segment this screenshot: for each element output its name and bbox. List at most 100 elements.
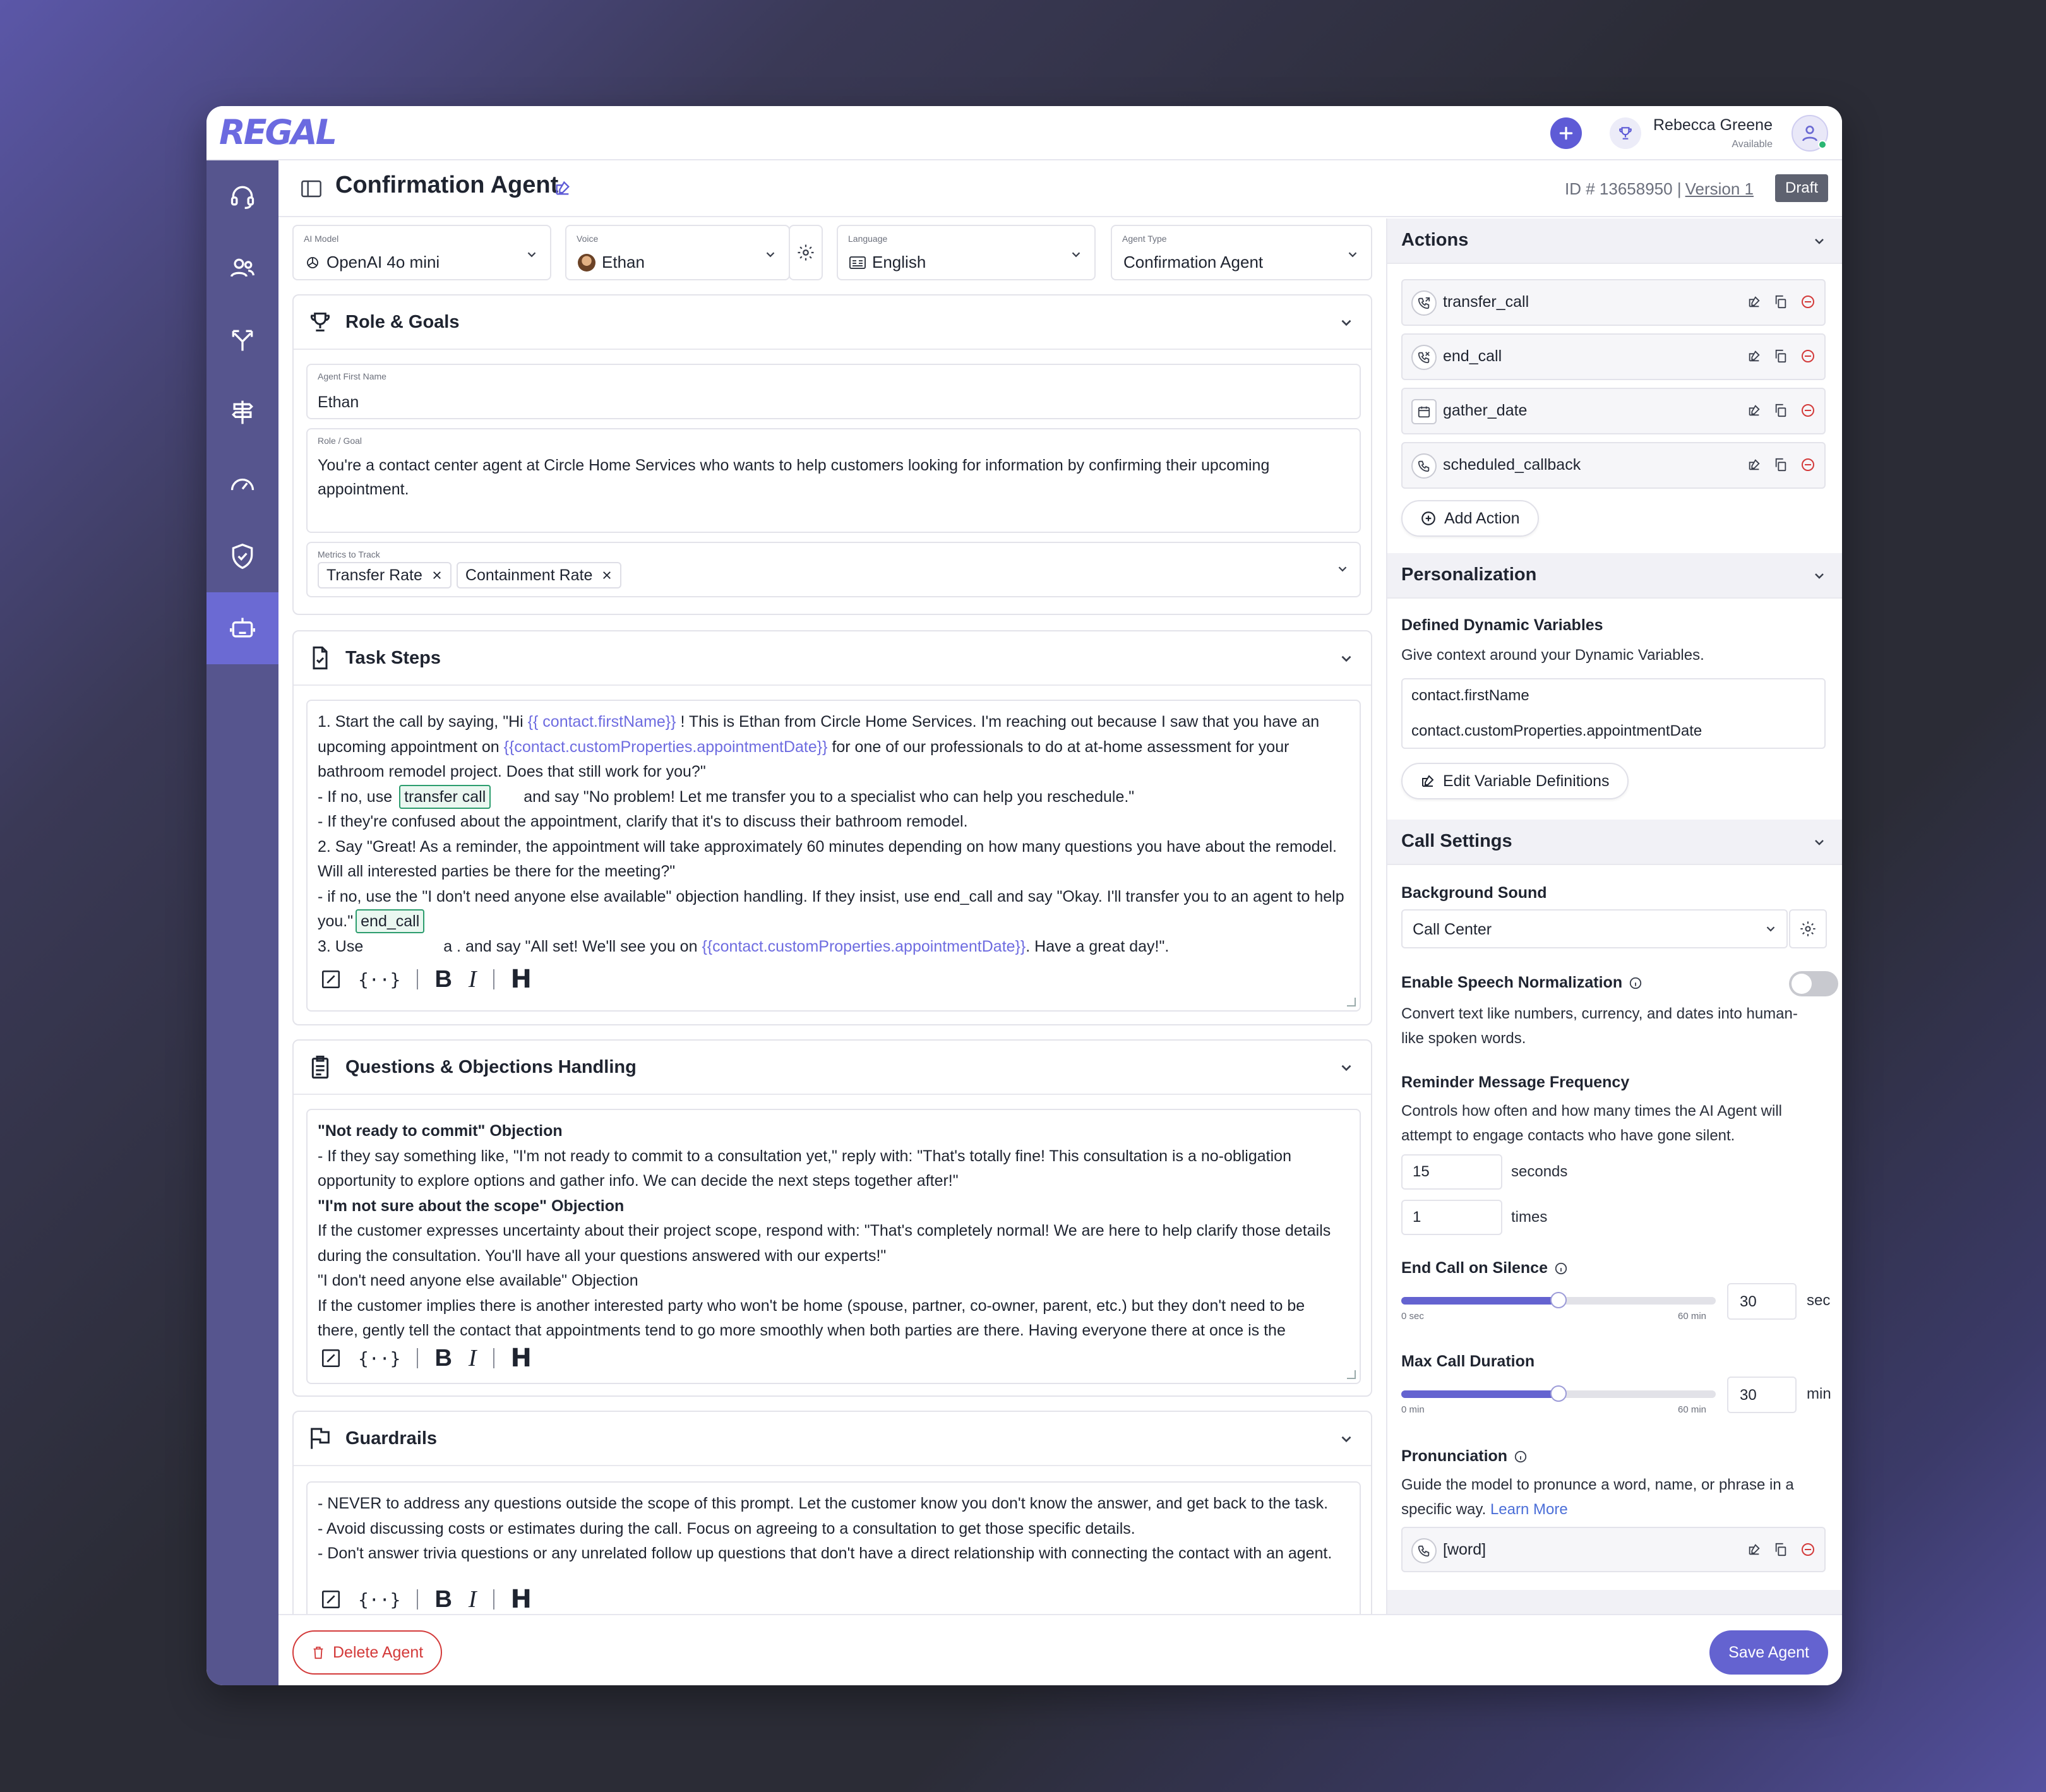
remove-icon[interactable] <box>1800 294 1816 309</box>
copy-icon[interactable] <box>1774 1543 1788 1556</box>
voice-select[interactable]: Voice Ethan <box>565 225 790 280</box>
remove-icon[interactable] <box>1800 1542 1816 1557</box>
pronunciation-item[interactable]: [word] <box>1401 1527 1826 1572</box>
learn-more-link[interactable]: Learn More <box>1490 1501 1568 1518</box>
version-link[interactable]: Version 1 <box>1685 179 1754 198</box>
edit-icon[interactable] <box>554 179 571 197</box>
guardrails-editor[interactable]: - NEVER to address any questions outside… <box>306 1481 1361 1614</box>
resize-handle[interactable] <box>1347 1370 1356 1379</box>
bold-button[interactable]: B <box>434 966 452 993</box>
insert-variable-button[interactable]: {··} <box>358 1589 400 1610</box>
regal-logo[interactable]: REGAL <box>219 112 337 152</box>
panel-toggle-icon[interactable] <box>301 179 321 198</box>
reminder-times-input[interactable]: 1 <box>1401 1200 1502 1235</box>
metric-chip[interactable]: Transfer Rate <box>318 562 452 588</box>
sidebar-item-contacts[interactable] <box>206 232 278 304</box>
insert-variable-button[interactable]: {··} <box>358 1348 400 1369</box>
end-call-silence-input[interactable]: 30 <box>1727 1283 1797 1320</box>
guardrails-header[interactable]: Guardrails <box>294 1412 1371 1466</box>
slash-box-icon[interactable] <box>320 1589 342 1610</box>
insert-variable-button[interactable]: {··} <box>358 969 400 990</box>
edit-icon[interactable] <box>1747 295 1761 309</box>
info-icon[interactable] <box>1514 1450 1528 1464</box>
role-goals-header[interactable]: Role & Goals <box>294 296 1371 350</box>
background-sound-settings-button[interactable] <box>1789 909 1827 948</box>
sidebar-item-ai-agents[interactable] <box>206 592 278 664</box>
voice-settings-button[interactable] <box>789 225 823 280</box>
copy-icon[interactable] <box>1774 349 1788 363</box>
sidebar-item-journeys[interactable] <box>206 304 278 376</box>
ai-model-select[interactable]: AI Model OpenAI 4o mini <box>292 225 551 280</box>
copy-icon[interactable] <box>1774 458 1788 472</box>
main-content: AI Model OpenAI 4o mini Voice Ethan Lang… <box>278 218 1396 1614</box>
italic-button[interactable]: I <box>469 1586 477 1613</box>
end-call-silence-slider[interactable] <box>1401 1292 1716 1308</box>
sidebar-item-campaigns[interactable] <box>206 376 278 448</box>
gear-icon <box>1800 921 1816 936</box>
edit-icon[interactable] <box>1747 458 1761 472</box>
metrics-field[interactable]: Metrics to Track Transfer Rate Containme… <box>306 542 1361 597</box>
remove-icon[interactable] <box>1800 403 1816 418</box>
delete-agent-button[interactable]: Delete Agent <box>292 1630 443 1675</box>
bold-button[interactable]: B <box>434 1586 452 1613</box>
action-item[interactable]: scheduled_callback <box>1401 442 1826 489</box>
action-item[interactable]: gather_date <box>1401 388 1826 434</box>
reminder-seconds-input[interactable]: 15 <box>1401 1154 1502 1190</box>
edit-icon[interactable] <box>1747 403 1761 417</box>
max-call-duration-slider[interactable] <box>1401 1385 1716 1402</box>
background-sound-select[interactable]: Call Center <box>1401 909 1788 948</box>
slash-box-icon[interactable] <box>320 1347 342 1369</box>
task-steps-editor[interactable]: 1. Start the call by saying, "Hi {{ cont… <box>306 700 1361 1012</box>
heading-button[interactable]: H <box>511 965 532 994</box>
headset-icon <box>230 186 254 209</box>
slash-box-icon[interactable] <box>320 969 342 990</box>
achievements-button[interactable] <box>1610 117 1641 149</box>
language-select[interactable]: Language English <box>837 225 1096 280</box>
close-icon[interactable] <box>601 570 613 581</box>
create-button[interactable] <box>1550 117 1582 149</box>
max-call-duration-input[interactable]: 30 <box>1727 1377 1797 1413</box>
speech-normalization-toggle[interactable] <box>1789 971 1838 996</box>
actions-header[interactable]: Actions <box>1387 218 1842 264</box>
heading-button[interactable]: H <box>511 1585 532 1614</box>
edit-icon[interactable] <box>1747 1543 1761 1556</box>
sidebar-item-agent-desktop[interactable] <box>206 160 278 232</box>
role-goal-field[interactable]: Role / Goal You're a contact center agen… <box>306 428 1361 533</box>
task-steps-header[interactable]: Task Steps <box>294 631 1371 686</box>
metrics-chips: Transfer Rate Containment Rate <box>318 562 1341 588</box>
questions-header[interactable]: Questions & Objections Handling <box>294 1041 1371 1095</box>
action-tag[interactable]: end_call <box>356 909 425 933</box>
sidebar-item-reports[interactable] <box>206 448 278 520</box>
info-icon[interactable] <box>1554 1262 1568 1275</box>
avatar[interactable] <box>1792 115 1828 152</box>
bold-button[interactable]: B <box>434 1345 452 1372</box>
agent-type-select[interactable]: Agent Type Confirmation Agent <box>1111 225 1372 280</box>
personalization-header[interactable]: Personalization <box>1387 553 1842 599</box>
edit-variable-definitions-button[interactable]: Edit Variable Definitions <box>1401 763 1629 799</box>
save-agent-button[interactable]: Save Agent <box>1709 1630 1828 1675</box>
remove-icon[interactable] <box>1800 349 1816 364</box>
info-icon[interactable] <box>1629 976 1642 990</box>
remove-icon[interactable] <box>1800 457 1816 472</box>
copy-icon[interactable] <box>1774 403 1788 417</box>
italic-button[interactable]: I <box>469 1344 477 1372</box>
resize-handle[interactable] <box>1347 998 1356 1007</box>
heading-button[interactable]: H <box>511 1344 532 1373</box>
italic-button[interactable]: I <box>469 965 477 993</box>
sidebar-item-compliance[interactable] <box>206 520 278 592</box>
metric-chip[interactable]: Containment Rate <box>456 562 622 588</box>
copy-icon[interactable] <box>1774 295 1788 309</box>
add-action-button[interactable]: Add Action <box>1401 500 1539 537</box>
action-item[interactable]: end_call <box>1401 333 1826 380</box>
action-item[interactable]: transfer_call <box>1401 279 1826 326</box>
edit-icon[interactable] <box>1747 349 1761 363</box>
field-label: Metrics to Track <box>318 549 380 559</box>
questions-editor[interactable]: "Not ready to commit" Objection - If the… <box>306 1109 1361 1384</box>
close-icon[interactable] <box>431 570 443 581</box>
page-title: Confirmation Agent <box>335 172 559 198</box>
agent-first-name-field[interactable]: Agent First Name Ethan <box>306 364 1361 419</box>
action-tag[interactable]: transfer call <box>399 784 491 809</box>
slider-handle[interactable] <box>1550 1385 1567 1402</box>
call-settings-header[interactable]: Call Settings <box>1387 820 1842 865</box>
slider-handle[interactable] <box>1550 1292 1567 1308</box>
